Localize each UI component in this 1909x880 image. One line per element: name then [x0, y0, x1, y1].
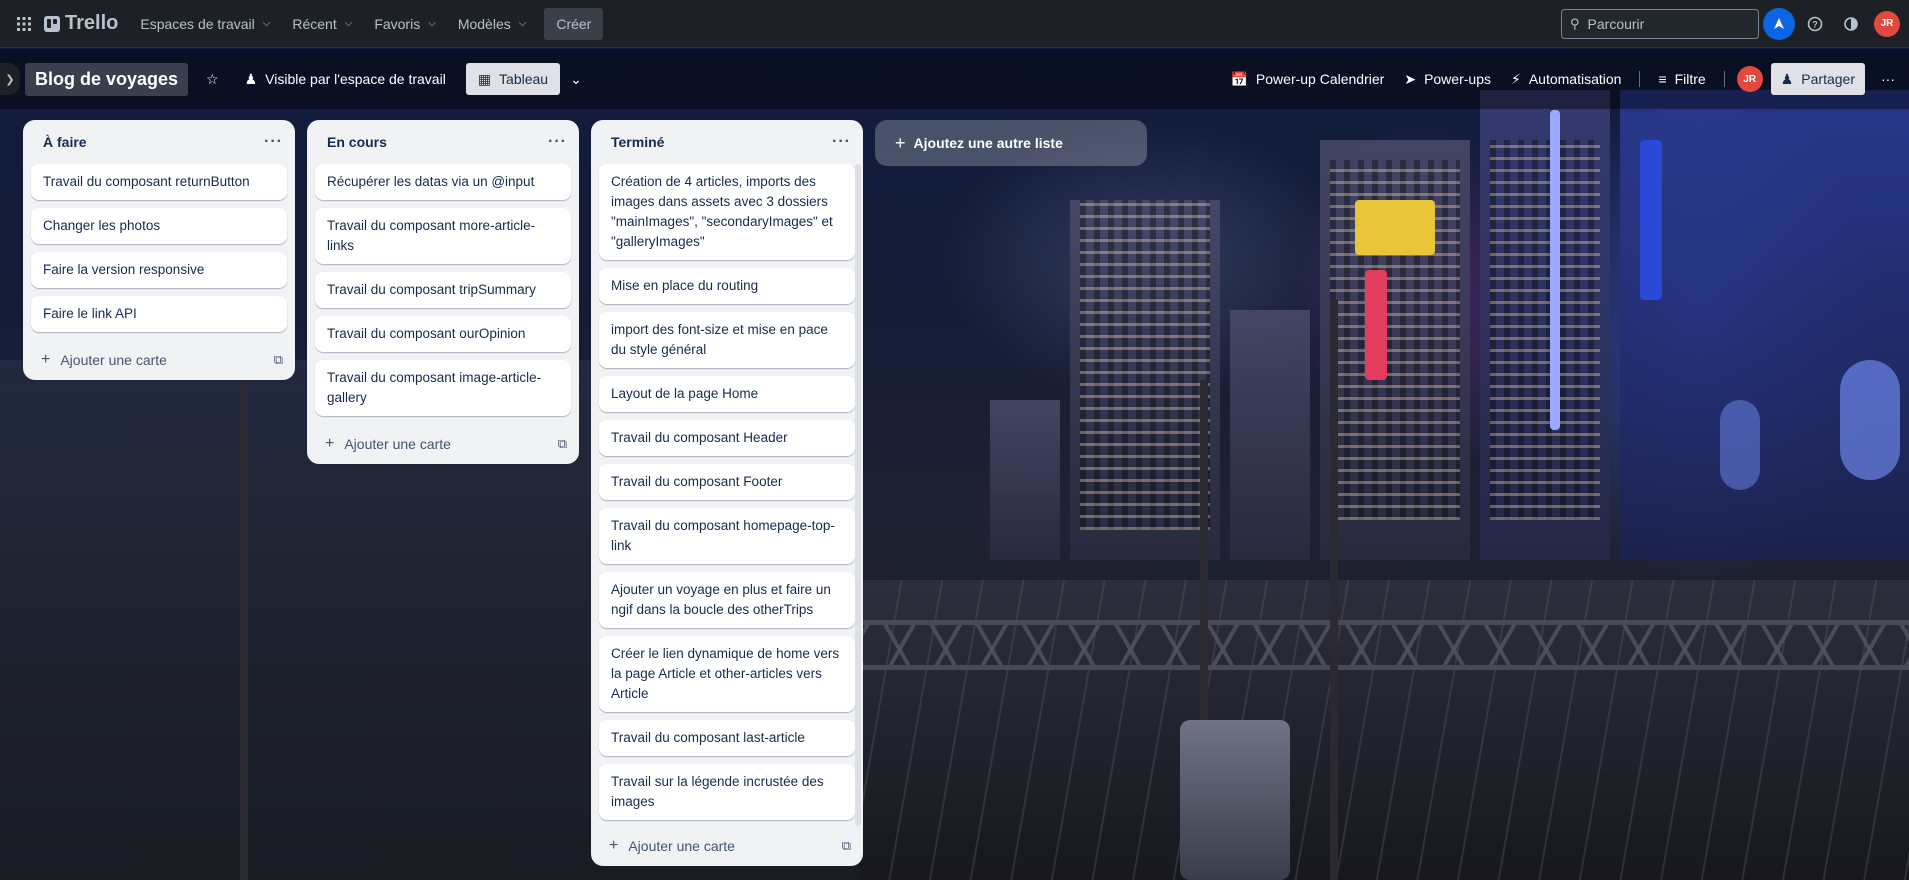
- card[interactable]: Layout de la page Home: [599, 376, 855, 412]
- board-header: ❯ Blog de voyages ☆ ♟ Visible par l'espa…: [0, 49, 1909, 109]
- chevron-down-icon: ⌵: [344, 18, 353, 29]
- card[interactable]: Changer les photos: [31, 208, 287, 244]
- divider: [1639, 71, 1641, 87]
- search-icon: ⚲: [1570, 15, 1580, 31]
- add-card-button[interactable]: + Ajouter une carte ⧉: [23, 340, 295, 380]
- account-avatar[interactable]: JR: [1871, 8, 1903, 40]
- list-title[interactable]: En cours: [327, 134, 387, 150]
- member-avatar[interactable]: JR: [1733, 63, 1767, 95]
- menu-workspaces[interactable]: Espaces de travail ⌵: [130, 8, 280, 40]
- chevron-down-icon: ⌵: [262, 18, 271, 29]
- add-list-button[interactable]: + Ajoutez une autre liste: [875, 120, 1147, 166]
- board-menu-button[interactable]: ···: [1871, 63, 1905, 95]
- list-en-cours: En cours ··· Récupérer les datas via un @…: [307, 120, 579, 464]
- add-card-button[interactable]: + Ajouter une carte ⧉: [591, 826, 863, 866]
- card[interactable]: Faire le link API: [31, 296, 287, 332]
- star-icon: ☆: [206, 70, 219, 87]
- more-icon[interactable]: ···: [832, 133, 851, 151]
- card[interactable]: Mise en place du routing: [599, 268, 855, 304]
- card[interactable]: Travail du composant tripSummary: [315, 272, 571, 308]
- card[interactable]: Travail du composant more-article-links: [315, 208, 571, 264]
- menu-recent[interactable]: Récent ⌵: [282, 8, 362, 40]
- list-title[interactable]: Terminé: [611, 134, 664, 150]
- sidebar-toggle-icon[interactable]: ❯: [0, 63, 20, 95]
- chevron-down-icon: ⌵: [428, 18, 436, 29]
- scrollbar[interactable]: [855, 164, 861, 826]
- card[interactable]: Travail du composant ourOpinion: [315, 316, 571, 352]
- app-switcher-icon[interactable]: [6, 6, 42, 42]
- card[interactable]: Récupérer les datas via un @input: [315, 164, 571, 200]
- visibility-button[interactable]: ♟ Visible par l'espace de travail: [235, 63, 456, 95]
- plus-icon: +: [325, 435, 335, 452]
- calendar-powerup-button[interactable]: 📅 Power-up Calendrier: [1220, 63, 1394, 95]
- view-board-button[interactable]: ▦ Tableau: [465, 63, 561, 95]
- trello-logo[interactable]: Trello: [44, 12, 118, 35]
- card[interactable]: Travail du composant returnButton: [31, 164, 287, 200]
- plus-icon: +: [895, 132, 906, 153]
- help-icon[interactable]: ?: [1799, 8, 1831, 40]
- add-user-icon: ♟: [1780, 70, 1794, 87]
- more-icon[interactable]: ···: [264, 133, 283, 151]
- add-card-button[interactable]: + Ajouter une carte ⧉: [307, 424, 579, 464]
- theme-toggle-icon[interactable]: [1835, 8, 1867, 40]
- board-title[interactable]: Blog de voyages: [25, 62, 189, 96]
- create-button[interactable]: Créer: [544, 7, 604, 40]
- divider: [1723, 71, 1725, 87]
- filter-icon: ≡: [1658, 71, 1667, 87]
- card[interactable]: Création de 4 articles, imports des imag…: [599, 164, 855, 260]
- plus-icon: +: [609, 837, 619, 854]
- card[interactable]: Faire la version responsive: [31, 252, 287, 288]
- notifications-icon[interactable]: [1763, 7, 1795, 40]
- chevron-down-icon: ⌵: [518, 18, 527, 29]
- card[interactable]: Travail du composant Header: [599, 420, 855, 456]
- svg-text:?: ?: [1812, 19, 1818, 29]
- lightning-icon: ⚡: [1510, 70, 1521, 87]
- list-a-faire: À faire ··· Travail du composant returnBu…: [23, 120, 295, 380]
- list-termine: Terminé ··· Création de 4 articles, impor…: [591, 120, 863, 866]
- top-navigation: Trello Espaces de travail ⌵ Récent ⌵ Favor…: [0, 0, 1909, 48]
- calendar-icon: 📅: [1230, 70, 1248, 87]
- search-placeholder: Parcourir: [1587, 15, 1645, 32]
- card[interactable]: Ajouter un voyage en plus et faire un ng…: [599, 572, 855, 628]
- share-button[interactable]: ♟ Partager: [1770, 63, 1865, 95]
- card-template-icon[interactable]: ⧉: [274, 352, 283, 368]
- search-input[interactable]: ⚲ Parcourir: [1561, 8, 1759, 39]
- chevron-down-icon: ⌄: [570, 70, 582, 87]
- rocket-icon: ➤: [1404, 70, 1417, 87]
- people-icon: ♟: [244, 70, 258, 87]
- powerups-button[interactable]: ➤ Power-ups: [1394, 63, 1501, 95]
- card[interactable]: Créer le lien dynamique de home vers la …: [599, 636, 855, 712]
- card-template-icon[interactable]: ⧉: [558, 436, 567, 452]
- card-template-icon[interactable]: ⧉: [842, 838, 851, 854]
- view-switcher-button[interactable]: ⌄: [560, 63, 592, 95]
- logo-text: Trello: [65, 12, 119, 34]
- star-board-button[interactable]: ☆: [196, 63, 229, 95]
- menu-starred[interactable]: Favoris ⌵: [364, 8, 446, 40]
- list-title[interactable]: À faire: [43, 134, 87, 150]
- card[interactable]: Travail sur la légende incrustée des ima…: [599, 764, 855, 820]
- plus-icon: +: [41, 351, 51, 368]
- card[interactable]: import des font-size et mise en pace du …: [599, 312, 855, 368]
- card[interactable]: Travail du composant image-article-galle…: [315, 360, 571, 416]
- card[interactable]: Travail du composant last-article: [599, 720, 855, 756]
- more-icon: ···: [1881, 71, 1895, 87]
- board-view-icon: ▦: [477, 70, 492, 87]
- card[interactable]: Travail du composant homepage-top-link: [599, 508, 855, 564]
- filter-button[interactable]: ≡ Filtre: [1648, 63, 1715, 95]
- automation-button[interactable]: ⚡ Automatisation: [1501, 63, 1631, 95]
- menu-templates[interactable]: Modèles ⌵: [448, 8, 537, 40]
- card[interactable]: Travail du composant Footer: [599, 464, 855, 500]
- trello-icon: [44, 15, 60, 32]
- more-icon[interactable]: ···: [548, 133, 567, 151]
